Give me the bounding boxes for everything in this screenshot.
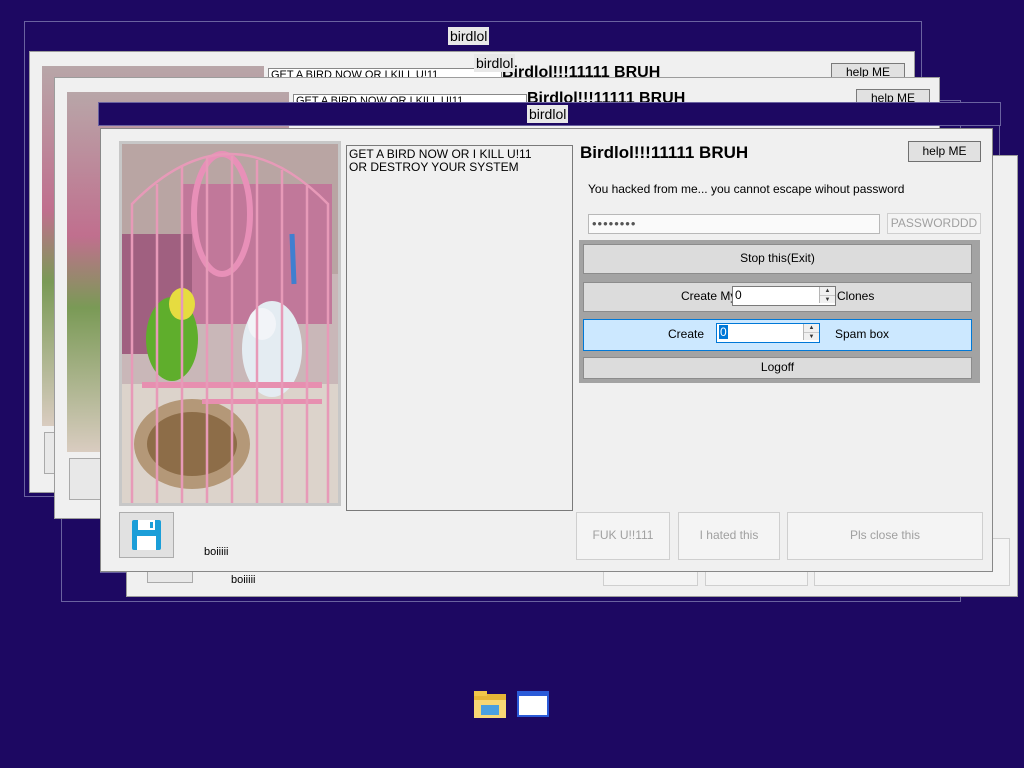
- chevron-up-icon[interactable]: ▲: [804, 324, 819, 332]
- create-clones-label: Create My: [681, 289, 737, 303]
- chevron-up-icon[interactable]: ▲: [820, 287, 835, 295]
- footer-button-1[interactable]: FUK U!!111: [576, 512, 670, 560]
- footer-button-2[interactable]: I hated this: [678, 512, 780, 560]
- logoff-button[interactable]: Logoff: [583, 357, 972, 379]
- hacked-warning-text: You hacked from me... you cannot escape …: [588, 182, 905, 196]
- clones-count-value: 0: [735, 288, 742, 302]
- password-button[interactable]: PASSWORDDD: [887, 213, 981, 234]
- stepper-arrows[interactable]: ▲ ▼: [803, 324, 819, 340]
- file-explorer-icon: [474, 691, 506, 718]
- stop-exit-button[interactable]: Stop this(Exit): [583, 244, 972, 274]
- create-spam-label: Create: [668, 327, 705, 341]
- spam-count-stepper[interactable]: 0 ▲ ▼: [716, 323, 820, 343]
- spam-count-value: 0: [719, 325, 728, 339]
- footer-button-3[interactable]: Pls close this: [787, 512, 983, 560]
- window-header-title: Birdlol!!!11111 BRUH: [580, 143, 749, 162]
- spam-suffix-label: Spam box: [835, 327, 890, 341]
- ghost-window-1-title: birdlol: [448, 27, 490, 45]
- password-input[interactable]: ••••••••: [588, 214, 880, 234]
- clones-count-stepper[interactable]: 0 ▲ ▼: [732, 286, 836, 306]
- save-button[interactable]: [119, 512, 174, 558]
- ghost-window-2-title: birdlol: [474, 54, 516, 72]
- app-window-icon: [517, 691, 549, 717]
- floppy-disk-icon: [132, 520, 161, 550]
- stepper-arrows[interactable]: ▲ ▼: [819, 287, 835, 303]
- ghost-window-3-title: birdlol: [527, 105, 569, 123]
- boi-label: boiiiii: [204, 546, 229, 558]
- ghost-boi-label: boiiiii: [231, 574, 256, 586]
- chevron-down-icon[interactable]: ▼: [804, 332, 819, 340]
- app-window-taskbar-button[interactable]: [514, 686, 552, 724]
- bird-photo: [119, 141, 341, 506]
- budgie-cage-image: [122, 144, 338, 503]
- threat-message-box[interactable]: GET A BIRD NOW OR I KILL U!11 OR DESTROY…: [346, 145, 573, 511]
- help-button[interactable]: help ME: [908, 141, 981, 162]
- file-explorer-taskbar-button[interactable]: [471, 686, 509, 724]
- chevron-down-icon[interactable]: ▼: [820, 295, 835, 303]
- clones-suffix-label: Clones: [837, 289, 875, 303]
